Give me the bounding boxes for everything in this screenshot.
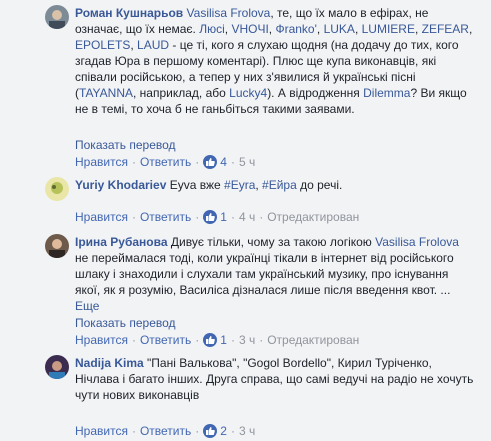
- like-button[interactable]: Нравится: [75, 424, 128, 438]
- user-mention-link[interactable]: Vasilisa Frolova: [375, 235, 459, 249]
- inline-link[interactable]: #Eyra: [224, 178, 255, 192]
- timestamp[interactable]: 4 ч: [239, 210, 255, 224]
- reply-button[interactable]: Ответить: [140, 424, 191, 438]
- avatar[interactable]: [45, 5, 69, 29]
- inline-link[interactable]: Люсі: [199, 22, 225, 36]
- comment-text-fragment: Дивує тільки, чому за такою логікою: [170, 235, 376, 249]
- comment-text: Роман Кушнарьов Vasilisa Frolova, те, що…: [75, 5, 475, 117]
- comment-actions: Нравится · Ответить · 4 · 5 ч: [75, 155, 256, 169]
- inline-link[interactable]: #Ейра: [262, 178, 297, 192]
- timestamp[interactable]: 5 ч: [239, 155, 255, 169]
- inline-link[interactable]: Dilemma: [363, 86, 410, 100]
- inline-link[interactable]: Еще: [75, 299, 99, 313]
- comment-content: Eyva вже #Eyra, #Ейра до речі.: [170, 178, 343, 192]
- inline-link[interactable]: VHOЧІ: [231, 22, 268, 36]
- like-count[interactable]: 1: [220, 210, 227, 224]
- comment-text-fragment: не переймалася тоді, коли українці тікал…: [75, 251, 454, 297]
- avatar-photo-icon: [45, 5, 69, 29]
- like-count-icon[interactable]: [203, 424, 218, 438]
- show-translation-link[interactable]: Показать перевод: [75, 316, 176, 330]
- avatar[interactable]: [45, 177, 69, 201]
- reply-button[interactable]: Ответить: [140, 155, 191, 169]
- avatar[interactable]: [45, 355, 69, 379]
- avatar-photo-icon: [45, 234, 69, 258]
- show-translation-link[interactable]: Показать перевод: [75, 138, 176, 152]
- inline-link[interactable]: LUMIERE: [362, 22, 415, 36]
- avatar[interactable]: [45, 234, 69, 258]
- like-count[interactable]: 4: [220, 155, 227, 169]
- comment-text-fragment: ,: [414, 22, 422, 36]
- inline-link[interactable]: EPOLETS: [75, 38, 130, 52]
- edited-label[interactable]: Отредактирован: [267, 333, 359, 347]
- inline-link[interactable]: ZEFEAR: [422, 22, 469, 36]
- like-count[interactable]: 1: [220, 333, 227, 347]
- inline-link[interactable]: TAYANNA: [79, 86, 133, 100]
- comment-actions: Нравится · Ответить · 1 · 3 ч · Отредакт…: [75, 333, 360, 347]
- timestamp[interactable]: 3 ч: [239, 333, 255, 347]
- inline-link[interactable]: Lucky4: [229, 86, 267, 100]
- like-button[interactable]: Нравится: [75, 333, 128, 347]
- inline-link[interactable]: LAUD: [137, 38, 169, 52]
- comment-text-fragment: ). А відродження: [267, 86, 364, 100]
- reply-button[interactable]: Ответить: [140, 210, 191, 224]
- comment-author[interactable]: Nadija Kima: [75, 356, 144, 370]
- comment-text: Nadija Kima "Пані Валькова", "Gogol Bord…: [75, 355, 475, 403]
- comment-text-fragment: , наприклад, або: [133, 86, 230, 100]
- like-count[interactable]: 2: [220, 424, 227, 438]
- like-count-icon[interactable]: [203, 155, 218, 169]
- timestamp[interactable]: 3 ч: [239, 424, 255, 438]
- comment-actions: Нравится · Ответить · 1 · 4 ч · Отредакт…: [75, 210, 360, 224]
- avatar-photo-icon: [45, 177, 69, 201]
- reply-button[interactable]: Ответить: [140, 333, 191, 347]
- comment-actions: Нравится · Ответить · 2 · 3 ч: [75, 424, 256, 438]
- comment-text-fragment: ,: [316, 22, 324, 36]
- comment-text-fragment: Eyva вже: [169, 178, 225, 192]
- edited-label[interactable]: Отредактирован: [267, 210, 359, 224]
- comment-author[interactable]: Yuriy Khodariev: [75, 178, 166, 192]
- comment-text-fragment: ,: [468, 22, 473, 36]
- user-mention-link[interactable]: Vasilisa Frolova: [187, 6, 271, 20]
- comment-author[interactable]: Ірина Рубанова: [75, 235, 168, 249]
- inline-link[interactable]: LUKA: [324, 22, 355, 36]
- inline-link[interactable]: Фranko': [275, 22, 316, 36]
- like-count-icon[interactable]: [203, 333, 218, 347]
- comment-content: Vasilisa Frolova, те, що їх мало в ефіра…: [75, 6, 472, 116]
- comment-text-fragment: до речі.: [296, 178, 343, 192]
- avatar-photo-icon: [45, 355, 69, 379]
- comment-author[interactable]: Роман Кушнарьов: [75, 6, 183, 20]
- like-count-icon[interactable]: [203, 210, 218, 224]
- comment-text: Ірина Рубанова Дивує тільки, чому за так…: [75, 234, 475, 314]
- like-button[interactable]: Нравится: [75, 210, 128, 224]
- comment-text: Yuriy Khodariev Eyva вже #Eyra, #Ейра до…: [75, 177, 475, 193]
- comment-text-fragment: ,: [354, 22, 362, 36]
- like-button[interactable]: Нравится: [75, 155, 128, 169]
